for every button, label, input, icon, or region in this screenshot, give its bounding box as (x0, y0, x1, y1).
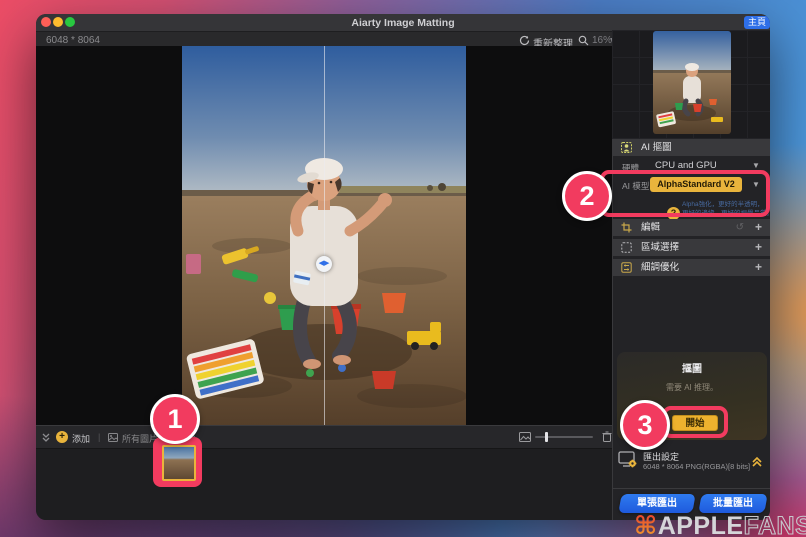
hardware-chevron-icon[interactable]: ▼ (752, 161, 760, 170)
region-select-icon (621, 242, 632, 253)
section-edit[interactable]: 編輯 ↺ + (613, 219, 770, 236)
edit-reset-icon[interactable]: ↺ (736, 219, 744, 236)
filmstrip-thumbnail-selected[interactable] (162, 445, 196, 481)
export-settings-icon (618, 451, 638, 469)
ai-matting-icon (621, 142, 632, 153)
annotation-step1: 1 (150, 394, 200, 444)
delete-image-icon[interactable] (602, 431, 612, 442)
finetune-label: 細調優化 (641, 262, 680, 273)
desktop: Aiarty Image Matting 主頁 6048 * 8064 重新整理… (0, 0, 806, 537)
compare-split-handle[interactable]: ◀▶ (316, 256, 332, 272)
region-select-label: 區域選擇 (641, 242, 680, 253)
compare-split-line[interactable] (324, 46, 325, 425)
filmstrip-header: + 添加 | 所有圖片 (6) / IMG (36, 426, 612, 449)
filmstrip: + 添加 | 所有圖片 (6) / IMG + (36, 425, 612, 520)
header-separator: | (98, 432, 101, 442)
annotation-box-step3 (662, 406, 728, 438)
collapse-export-icon[interactable] (750, 455, 764, 469)
window-title: Aiarty Image Matting (351, 17, 455, 29)
refresh-icon[interactable] (519, 35, 530, 46)
ai-matting-label: AI 摳圖 (641, 142, 672, 153)
home-button[interactable]: 主頁 (744, 16, 770, 29)
crop-icon (621, 222, 632, 233)
watermark-command-icon: ⌘ (634, 512, 658, 537)
edit-expand-icon[interactable]: + (755, 219, 762, 236)
image-dimensions: 6048 * 8064 (46, 35, 100, 46)
thumbnail-size-icon (519, 432, 531, 442)
annotation-step3: 3 (620, 400, 670, 450)
region-expand-icon[interactable]: + (755, 239, 762, 256)
section-finetune[interactable]: 細調優化 + (613, 259, 770, 276)
annotation-box-step2 (600, 170, 770, 217)
sidebar-divider (612, 488, 770, 489)
add-image-label[interactable]: 添加 (72, 432, 90, 445)
finetune-icon (621, 262, 632, 273)
navigator-thumbnail[interactable] (653, 31, 731, 134)
watermark-bold-text: APPLE (657, 512, 744, 537)
watermark-light-text: FANS (743, 511, 806, 537)
edit-label: 編輯 (641, 222, 661, 233)
thumbnail-size-slider-handle[interactable] (545, 432, 548, 442)
matting-hint: 需要 AI 推理。 (665, 383, 718, 392)
add-image-icon[interactable]: + (56, 431, 68, 443)
section-region-select[interactable]: 區域選擇 + (613, 239, 770, 256)
collapse-panel-icon[interactable] (41, 432, 51, 442)
section-ai-matting[interactable]: AI 摳圖 (613, 139, 770, 156)
library-icon (108, 433, 118, 442)
search-icon[interactable] (578, 35, 589, 46)
thumbnail-size-slider[interactable] (535, 436, 593, 438)
watermark: ⌘APPLEFANS (634, 511, 806, 537)
canvas[interactable]: ◀▶ (36, 46, 612, 425)
matting-title: 摳圖 (682, 364, 702, 375)
finetune-expand-icon[interactable]: + (755, 259, 762, 276)
annotation-step2: 2 (562, 171, 612, 221)
export-format-value: 6048 * 8064 PNG(RGBA)[8 bits] (643, 462, 751, 471)
